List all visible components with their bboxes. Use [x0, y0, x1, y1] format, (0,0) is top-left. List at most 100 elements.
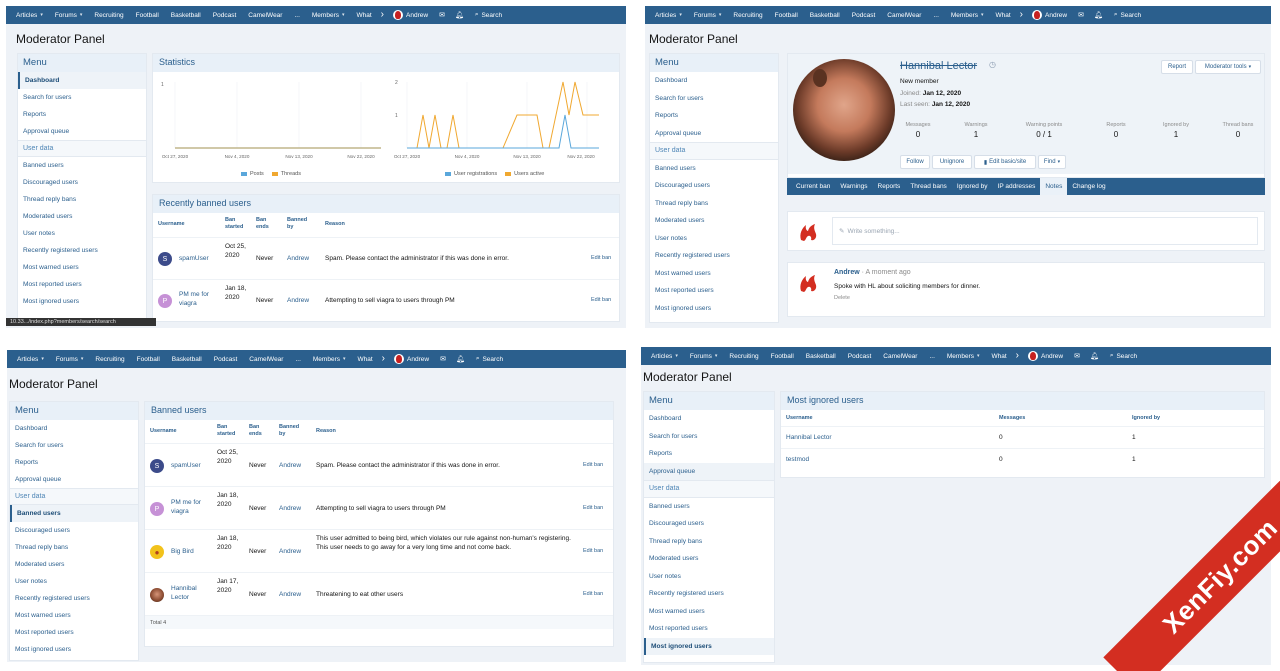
hannibal-avatar[interactable] — [150, 588, 164, 602]
menu-item-most-reported[interactable]: Most reported users — [10, 624, 138, 641]
menu-item-most-warned[interactable]: Most warned users — [644, 603, 774, 621]
nav-forums[interactable]: Forums — [688, 12, 728, 19]
nav-basketball[interactable]: Basketball — [804, 12, 846, 19]
nav-football[interactable]: Football — [769, 12, 804, 19]
tab-reports[interactable]: Reports — [873, 178, 906, 195]
edit-ban-link[interactable]: Edit ban — [583, 547, 603, 556]
menu-item-recently-registered[interactable]: Recently registered users — [18, 242, 146, 259]
nav-recruiting[interactable]: Recruiting — [727, 12, 768, 19]
menu-item-search-users[interactable]: Search for users — [10, 437, 138, 454]
nav-basketball[interactable]: Basketball — [165, 12, 207, 19]
follow-button[interactable]: Follow — [900, 155, 930, 169]
edit-basic-button[interactable]: ▮ Edit basic/site — [974, 155, 1036, 169]
menu-item-dashboard[interactable]: Dashboard — [18, 72, 146, 89]
menu-item-dashboard[interactable]: Dashboard — [10, 420, 138, 437]
menu-section-user-data[interactable]: User data — [650, 142, 778, 160]
tab-thread-bans[interactable]: Thread bans — [905, 178, 952, 195]
tab-notes[interactable]: Notes — [1040, 178, 1068, 195]
menu-item-moderated-users[interactable]: Moderated users — [650, 212, 778, 230]
nav-camelwear[interactable]: CamelWear — [243, 356, 289, 363]
bell-icon[interactable]: 🔔︎ — [1085, 352, 1104, 360]
user-avatar[interactable]: P — [150, 502, 164, 516]
nav-search[interactable]: ⌕ Search — [469, 11, 508, 19]
banned-by-link[interactable]: Andrew — [279, 547, 301, 556]
menu-item-thread-reply-bans[interactable]: Thread reply bans — [644, 533, 774, 551]
nav-search[interactable]: ⌕ Search — [1108, 11, 1147, 19]
username-link[interactable]: testmod — [786, 455, 809, 464]
menu-item-banned-users[interactable]: Banned users — [10, 505, 138, 522]
menu-item-most-ignored[interactable]: Most ignored users — [644, 637, 774, 655]
menu-item-search-users[interactable]: Search for users — [650, 90, 778, 108]
menu-item-most-warned[interactable]: Most warned users — [10, 607, 138, 624]
menu-item-banned-users[interactable]: Banned users — [650, 160, 778, 178]
inbox-icon[interactable]: ✉ — [435, 355, 451, 363]
tab-ip-addresses[interactable]: IP addresses — [993, 178, 1041, 195]
menu-item-most-reported[interactable]: Most reported users — [18, 276, 146, 293]
menu-item-user-notes[interactable]: User notes — [10, 573, 138, 590]
username-link[interactable]: PM me for viagra — [179, 290, 219, 308]
menu-item-discouraged-users[interactable]: Discouraged users — [18, 174, 146, 191]
edit-ban-link[interactable]: Edit ban — [583, 590, 603, 599]
nav-basketball[interactable]: Basketball — [800, 353, 842, 360]
nav-members[interactable]: Members — [306, 12, 351, 19]
menu-item-recently-registered[interactable]: Recently registered users — [644, 585, 774, 603]
menu-item-approval-queue[interactable]: Approval queue — [644, 462, 774, 480]
edit-ban-link[interactable]: Edit ban — [583, 461, 603, 470]
nav-podcast[interactable]: Podcast — [207, 12, 243, 19]
nav-user[interactable]: Andrew — [1022, 351, 1069, 361]
member-name[interactable]: Hannibal Lector — [900, 60, 977, 72]
username-link[interactable]: Hannibal Lector — [171, 584, 211, 602]
username-link[interactable]: Hannibal Lector — [786, 433, 832, 442]
menu-item-most-ignored[interactable]: Most ignored users — [18, 293, 146, 310]
note-input[interactable]: ✎ Write something... — [832, 217, 1258, 245]
nav-search[interactable]: ⌕ Search — [470, 355, 509, 363]
tab-warnings[interactable]: Warnings — [835, 178, 872, 195]
bell-icon[interactable]: 🔔︎ — [450, 11, 469, 19]
chevron-right-icon[interactable]: › — [1013, 351, 1022, 361]
unignore-button[interactable]: Unignore — [932, 155, 972, 169]
moderator-tools-button[interactable]: Moderator tools ▾ — [1195, 60, 1261, 74]
menu-item-most-warned[interactable]: Most warned users — [650, 265, 778, 283]
nav-basketball[interactable]: Basketball — [166, 356, 208, 363]
member-avatar[interactable] — [793, 59, 895, 161]
username-link[interactable]: PM me for viagra — [171, 498, 211, 516]
banned-by-link[interactable]: Andrew — [279, 461, 301, 470]
nav-whats-new[interactable]: What — [990, 12, 1017, 19]
inbox-icon[interactable]: ✉ — [1073, 11, 1089, 19]
banned-by-link[interactable]: Andrew — [287, 254, 309, 263]
user-avatar[interactable]: S — [158, 252, 172, 266]
user-avatar[interactable]: S — [150, 459, 164, 473]
nav-recruiting[interactable]: Recruiting — [89, 356, 130, 363]
menu-item-banned-users[interactable]: Banned users — [18, 157, 146, 174]
menu-item-moderated-users[interactable]: Moderated users — [644, 550, 774, 568]
menu-item-thread-reply-bans[interactable]: Thread reply bans — [10, 539, 138, 556]
menu-item-approval-queue[interactable]: Approval queue — [650, 125, 778, 143]
menu-item-banned-users[interactable]: Banned users — [644, 498, 774, 516]
nav-members[interactable]: Members — [941, 353, 986, 360]
bell-icon[interactable]: 🔔︎ — [1089, 11, 1108, 19]
nav-more[interactable]: ... — [288, 12, 305, 19]
menu-item-most-reported[interactable]: Most reported users — [650, 282, 778, 300]
menu-item-reports[interactable]: Reports — [650, 107, 778, 125]
edit-ban-link[interactable]: Edit ban — [591, 296, 611, 305]
menu-item-thread-reply-bans[interactable]: Thread reply bans — [18, 191, 146, 208]
chevron-right-icon[interactable]: › — [1017, 10, 1026, 20]
menu-item-user-notes[interactable]: User notes — [18, 225, 146, 242]
nav-members[interactable]: Members — [945, 12, 990, 19]
nav-podcast[interactable]: Podcast — [842, 353, 878, 360]
edit-ban-link[interactable]: Edit ban — [591, 254, 611, 263]
nav-camelwear[interactable]: CamelWear — [881, 12, 927, 19]
nav-more[interactable]: ... — [923, 353, 940, 360]
menu-item-reports[interactable]: Reports — [10, 454, 138, 471]
menu-item-approval-queue[interactable]: Approval queue — [10, 471, 138, 488]
note-delete-link[interactable]: Delete — [834, 295, 850, 301]
nav-podcast[interactable]: Podcast — [846, 12, 882, 19]
nav-articles[interactable]: Articles — [10, 12, 49, 19]
nav-football[interactable]: Football — [765, 353, 800, 360]
menu-section-user-data[interactable]: User data — [10, 488, 138, 505]
chevron-right-icon[interactable]: › — [379, 354, 388, 364]
nav-podcast[interactable]: Podcast — [208, 356, 244, 363]
tab-current-ban[interactable]: Current ban — [791, 178, 835, 195]
menu-item-approval-queue[interactable]: Approval queue — [18, 123, 146, 140]
nav-user[interactable]: Andrew — [388, 354, 435, 364]
